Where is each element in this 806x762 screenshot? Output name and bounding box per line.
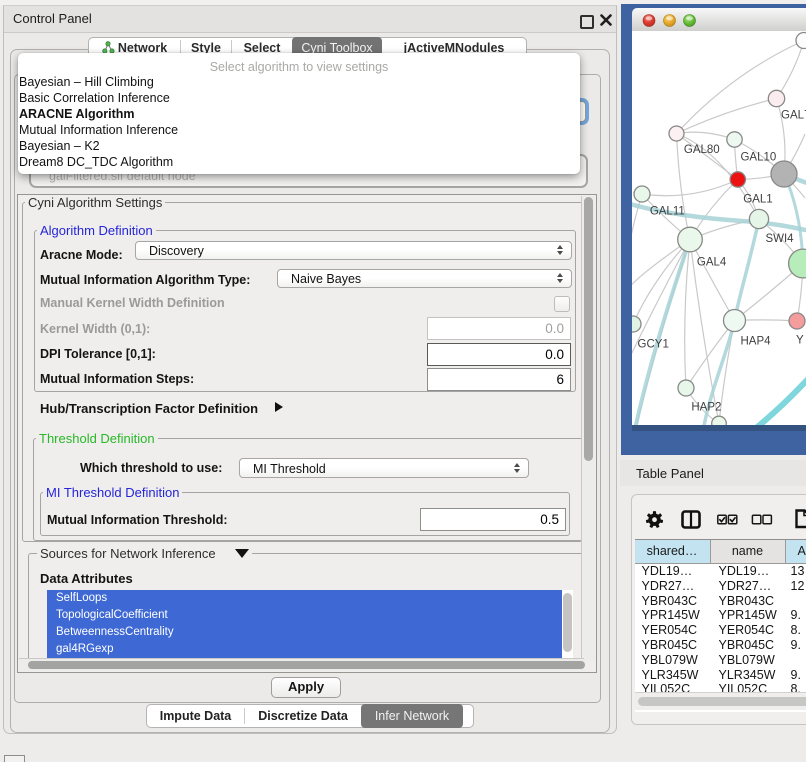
svg-text:GCY1: GCY1 <box>638 339 669 351</box>
svg-text:GAL11: GAL11 <box>650 206 685 218</box>
svg-text:GAL1: GAL1 <box>743 194 772 206</box>
svg-text:HAP2: HAP2 <box>691 402 721 414</box>
svg-text:SWI4: SWI4 <box>765 233 794 245</box>
svg-text:HAP4: HAP4 <box>740 336 771 348</box>
svg-text:GAL80: GAL80 <box>684 144 720 156</box>
svg-text:GAL10: GAL10 <box>740 152 776 164</box>
svg-text:Y: Y <box>796 335 804 347</box>
svg-text:GAL4: GAL4 <box>697 257 727 269</box>
svg-text:GAL7: GAL7 <box>781 110 806 122</box>
